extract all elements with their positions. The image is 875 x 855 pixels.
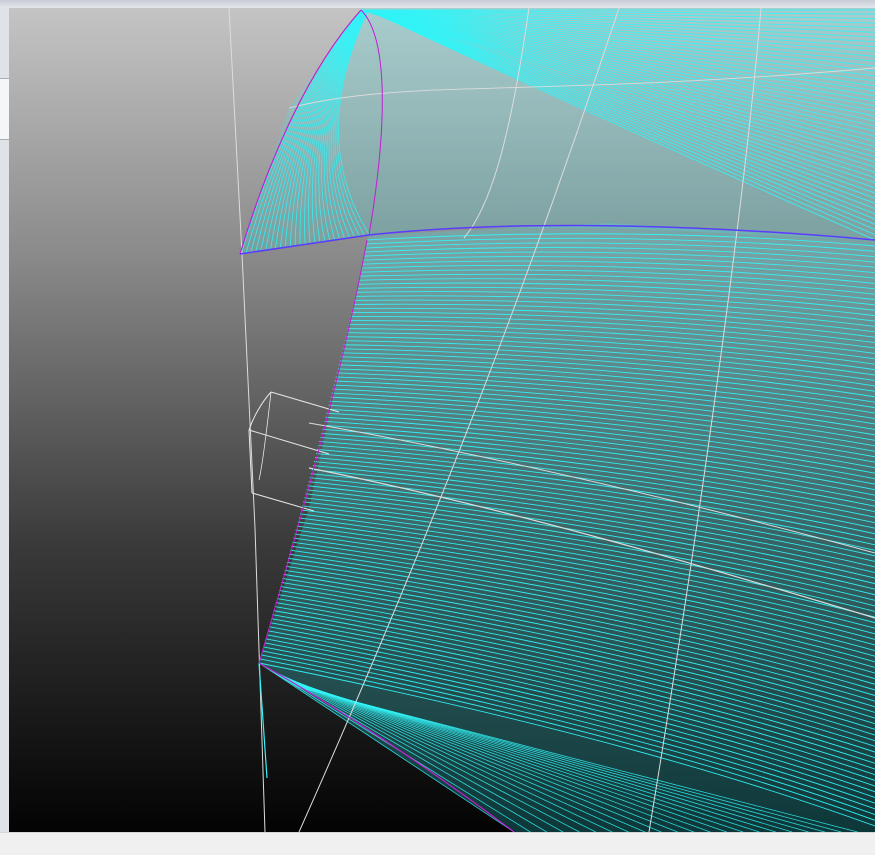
left-panel-tab[interactable] xyxy=(0,78,9,140)
grid-line-vertical-left xyxy=(228,8,266,832)
box-edge-mid xyxy=(248,429,330,455)
wireframe-scene[interactable] xyxy=(9,8,875,832)
status-bar xyxy=(0,832,875,855)
box-edge-top xyxy=(270,391,340,413)
window-top-border xyxy=(0,0,875,8)
box-edge-left-top xyxy=(248,391,272,431)
upper-surface-lines xyxy=(240,8,875,255)
3d-viewport[interactable] xyxy=(9,8,875,832)
app-window xyxy=(0,0,875,855)
